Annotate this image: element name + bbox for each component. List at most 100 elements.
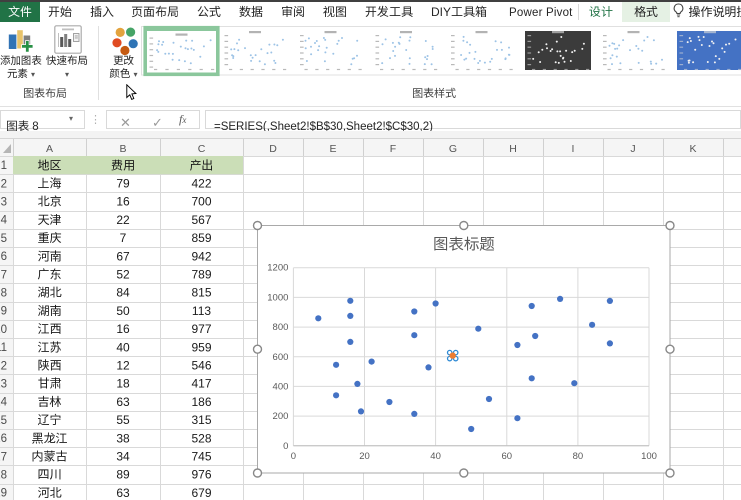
svg-text:16: 16 xyxy=(0,430,7,446)
svg-text:800: 800 xyxy=(273,319,289,333)
svg-text:甘肃: 甘肃 xyxy=(37,375,61,392)
svg-text:内蒙古: 内蒙古 xyxy=(31,448,67,465)
svg-text:E: E xyxy=(329,141,336,156)
svg-text:15: 15 xyxy=(0,412,7,428)
svg-text:976: 976 xyxy=(191,466,211,483)
svg-text:G: G xyxy=(449,141,457,156)
svg-text:789: 789 xyxy=(191,266,211,283)
svg-text:F: F xyxy=(390,141,396,156)
svg-text:四川: 四川 xyxy=(37,466,61,483)
svg-text:江西: 江西 xyxy=(37,320,61,337)
svg-text:55: 55 xyxy=(116,411,130,428)
svg-text:63: 63 xyxy=(116,393,130,410)
svg-text:16: 16 xyxy=(116,320,130,337)
svg-text:湖北: 湖北 xyxy=(37,284,61,301)
svg-text:567: 567 xyxy=(191,211,211,228)
svg-text:315: 315 xyxy=(191,411,211,428)
svg-text:D: D xyxy=(269,141,277,156)
svg-text:40: 40 xyxy=(430,448,441,462)
svg-text:38: 38 xyxy=(116,429,130,446)
svg-text:22: 22 xyxy=(116,211,130,228)
svg-text:40: 40 xyxy=(116,338,130,355)
svg-text:J: J xyxy=(630,141,635,156)
svg-text:C: C xyxy=(198,141,206,156)
svg-text:陕西: 陕西 xyxy=(37,357,61,374)
svg-text:18: 18 xyxy=(0,467,7,483)
svg-text:I: I xyxy=(572,141,575,156)
svg-text:辽宁: 辽宁 xyxy=(37,411,61,428)
svg-text:0: 0 xyxy=(283,438,288,452)
svg-text:上海: 上海 xyxy=(37,175,61,192)
svg-text:815: 815 xyxy=(191,284,211,301)
svg-text:0: 0 xyxy=(291,448,296,462)
svg-text:60: 60 xyxy=(502,448,513,462)
svg-text:北京: 北京 xyxy=(37,193,61,210)
svg-text:859: 859 xyxy=(191,229,211,246)
svg-text:186: 186 xyxy=(191,393,211,410)
svg-text:942: 942 xyxy=(191,247,211,264)
svg-text:5: 5 xyxy=(1,230,7,246)
svg-text:产出: 产出 xyxy=(189,156,213,173)
svg-text:19: 19 xyxy=(0,485,7,500)
svg-text:17: 17 xyxy=(0,448,7,464)
svg-text:1000: 1000 xyxy=(267,289,288,303)
svg-text:52: 52 xyxy=(116,266,130,283)
svg-text:湖南: 湖南 xyxy=(37,302,61,319)
svg-text:13: 13 xyxy=(0,376,7,392)
svg-text:7: 7 xyxy=(120,229,127,246)
svg-text:80: 80 xyxy=(573,448,584,462)
svg-text:20: 20 xyxy=(359,448,370,462)
svg-text:79: 79 xyxy=(116,175,130,192)
svg-text:3: 3 xyxy=(1,194,7,210)
svg-text:679: 679 xyxy=(191,484,211,500)
svg-text:天津: 天津 xyxy=(37,211,61,228)
svg-text:113: 113 xyxy=(192,302,211,319)
svg-text:10: 10 xyxy=(0,321,7,337)
svg-text:江苏: 江苏 xyxy=(37,338,61,355)
svg-text:67: 67 xyxy=(116,247,130,264)
svg-text:600: 600 xyxy=(273,349,289,363)
svg-text:费用: 费用 xyxy=(111,156,135,173)
svg-text:16: 16 xyxy=(116,193,130,210)
svg-text:8: 8 xyxy=(1,285,7,301)
svg-text:1200: 1200 xyxy=(267,260,288,274)
svg-text:A: A xyxy=(46,141,53,156)
svg-text:745: 745 xyxy=(191,448,211,465)
svg-text:546: 546 xyxy=(191,357,211,374)
svg-text:18: 18 xyxy=(116,375,130,392)
svg-text:B: B xyxy=(119,141,126,156)
svg-text:63: 63 xyxy=(116,484,130,500)
svg-text:1: 1 xyxy=(1,157,7,173)
svg-text:422: 422 xyxy=(191,175,211,192)
svg-text:2: 2 xyxy=(1,175,7,191)
svg-text:H: H xyxy=(509,141,517,156)
svg-text:700: 700 xyxy=(191,193,211,210)
svg-text:34: 34 xyxy=(116,448,130,465)
svg-text:6: 6 xyxy=(1,248,7,264)
svg-text:977: 977 xyxy=(191,320,211,337)
svg-text:广东: 广东 xyxy=(37,266,61,283)
svg-text:重庆: 重庆 xyxy=(37,229,61,246)
svg-text:14: 14 xyxy=(0,394,8,410)
svg-text:200: 200 xyxy=(273,408,289,422)
svg-text:100: 100 xyxy=(641,448,657,462)
svg-text:4: 4 xyxy=(1,212,8,228)
svg-text:黑龙江: 黑龙江 xyxy=(31,429,67,446)
svg-text:959: 959 xyxy=(191,338,211,355)
svg-text:89: 89 xyxy=(116,466,130,483)
svg-text:11: 11 xyxy=(0,339,7,355)
svg-text:12: 12 xyxy=(0,357,7,373)
svg-text:528: 528 xyxy=(191,429,211,446)
svg-text:12: 12 xyxy=(116,357,130,374)
svg-text:7: 7 xyxy=(1,266,7,282)
svg-text:84: 84 xyxy=(116,284,130,301)
svg-text:河北: 河北 xyxy=(37,484,61,500)
svg-text:400: 400 xyxy=(273,378,289,392)
svg-text:地区: 地区 xyxy=(37,156,61,173)
svg-text:河南: 河南 xyxy=(37,247,61,264)
svg-text:吉林: 吉林 xyxy=(37,393,61,410)
svg-text:417: 417 xyxy=(191,375,211,392)
svg-text:图表标题: 图表标题 xyxy=(433,233,496,255)
svg-text:50: 50 xyxy=(116,302,130,319)
svg-text:K: K xyxy=(689,141,696,156)
